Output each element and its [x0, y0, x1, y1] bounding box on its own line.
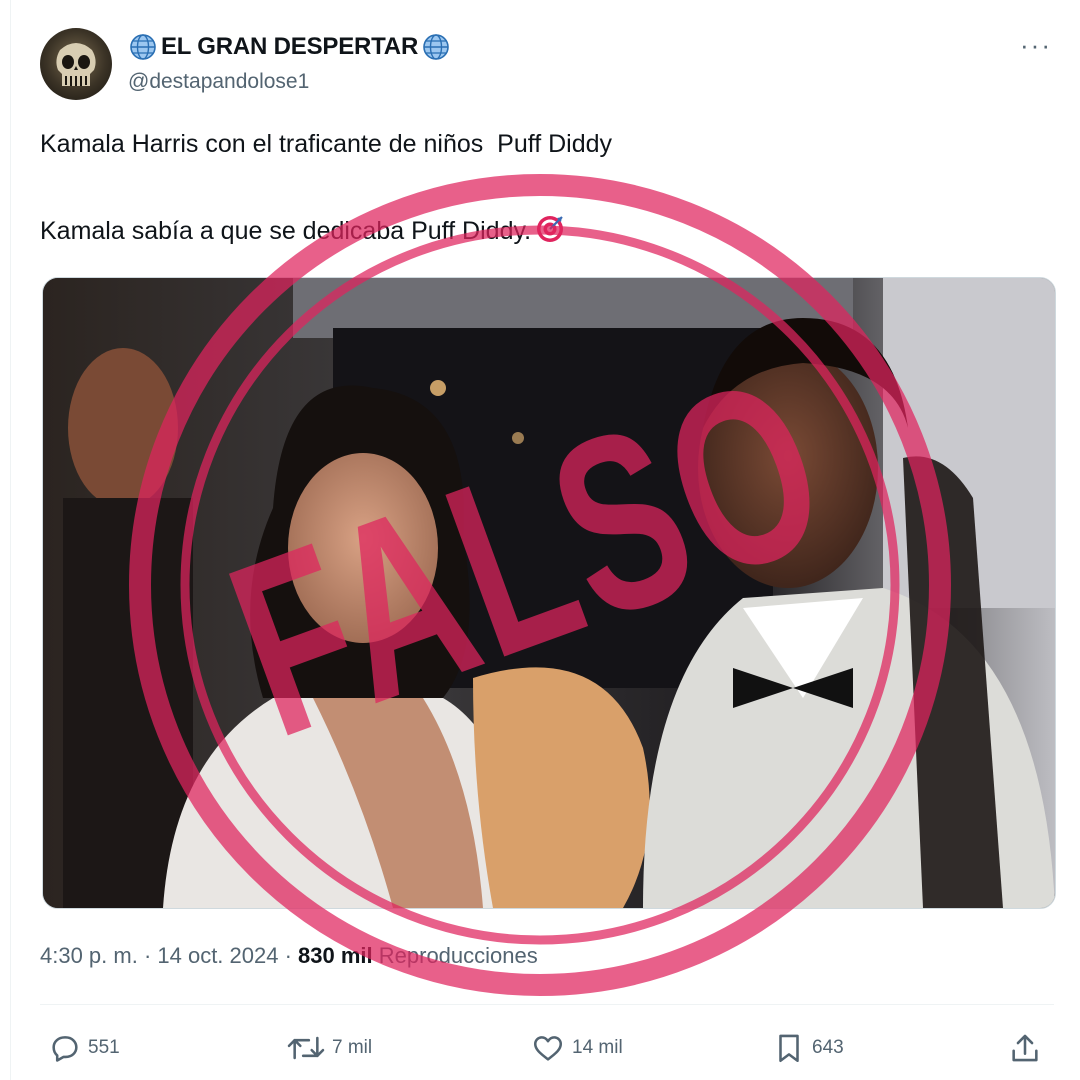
share-button[interactable]: [1008, 1030, 1042, 1066]
bookmark-count: 643: [812, 1037, 844, 1058]
tweet-timestamp[interactable]: 4:30 p. m. · 14 oct. 2024 ·: [40, 943, 298, 968]
reply-count: 551: [88, 1037, 120, 1058]
share-icon: [1012, 1034, 1038, 1062]
author-handle[interactable]: @destapandolose1: [128, 70, 309, 94]
tweet-text-line-2-content: Kamala sabía a que se dedicaba Puff Didd…: [40, 217, 532, 245]
skull-avatar-image: [56, 43, 96, 86]
tweet-meta: 4:30 p. m. · 14 oct. 2024 · 830 mil Repr…: [40, 943, 538, 969]
author-name-row[interactable]: EL GRAN DESPERTAR: [128, 30, 451, 64]
globe-icon: [423, 34, 449, 60]
more-icon[interactable]: ···: [1020, 30, 1052, 61]
bookmark-icon: [779, 1034, 799, 1063]
like-button[interactable]: 14 mil: [530, 1030, 623, 1066]
tweet-text-line-1: Kamala Harris con el traficante de niños…: [40, 130, 613, 158]
views-count: 830 mil: [298, 943, 373, 968]
views-label: Reproducciones: [372, 943, 538, 968]
retweet-count: 7 mil: [332, 1037, 373, 1058]
like-count: 14 mil: [572, 1037, 623, 1058]
author-display-name[interactable]: EL GRAN DESPERTAR: [161, 33, 418, 61]
retweet-icon: [287, 1036, 325, 1060]
column-border: [10, 0, 11, 1080]
tweet-photo[interactable]: [42, 277, 1056, 909]
target-emoji-icon: [537, 216, 564, 242]
bookmark-button[interactable]: 643: [772, 1030, 844, 1066]
reply-button[interactable]: 551: [48, 1030, 120, 1066]
globe-icon: [130, 34, 156, 60]
photo-image: [43, 278, 1055, 908]
tweet-text-line-2: Kamala sabía a que se dedicaba Puff Didd…: [40, 214, 565, 246]
retweet-button[interactable]: 7 mil: [286, 1030, 372, 1066]
reply-icon: [52, 1036, 78, 1062]
like-icon: [533, 1036, 563, 1061]
avatar[interactable]: [40, 28, 112, 100]
actions-divider: [40, 1004, 1054, 1005]
